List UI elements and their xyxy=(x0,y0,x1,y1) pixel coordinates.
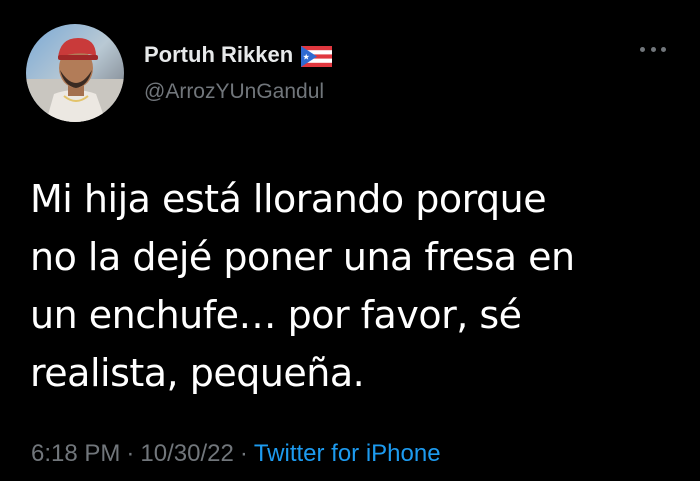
avatar[interactable] xyxy=(26,24,124,122)
display-name[interactable]: Portuh Rikken xyxy=(144,42,293,68)
tweet-text-line: Mi hija está llorando porque xyxy=(30,177,547,221)
profile-photo xyxy=(26,24,124,122)
tweet-text-line: realista, pequeña. xyxy=(30,351,365,395)
author-name-row: Portuh Rikken xyxy=(144,40,333,70)
tweet-meta: 6:18 PM · 10/30/22 · Twitter for iPhone xyxy=(31,440,441,468)
puerto-rico-flag-icon xyxy=(301,45,333,67)
meta-separator: · xyxy=(239,440,248,467)
tweet-time[interactable]: 6:18 PM xyxy=(31,440,120,468)
tweet-text-line: no la dejé poner una fresa en xyxy=(30,235,575,279)
tweet-text: Mi hija está llorando porque no la dejé … xyxy=(30,170,670,402)
tweet-text-line: un enchufe… por favor, sé xyxy=(30,293,522,337)
more-dot xyxy=(650,46,656,52)
tweet-card: Portuh Rikken @ArrozYUnGandul Mi hija es… xyxy=(0,0,700,481)
meta-separator: · xyxy=(126,440,135,467)
more-horizontal-icon[interactable] xyxy=(640,41,666,57)
more-dot xyxy=(661,46,666,52)
tweet-source-link[interactable]: Twitter for iPhone xyxy=(254,440,441,468)
more-dot xyxy=(640,46,645,52)
tweet-date[interactable]: 10/30/22 xyxy=(140,440,233,468)
user-handle[interactable]: @ArrozYUnGandul xyxy=(144,80,324,104)
